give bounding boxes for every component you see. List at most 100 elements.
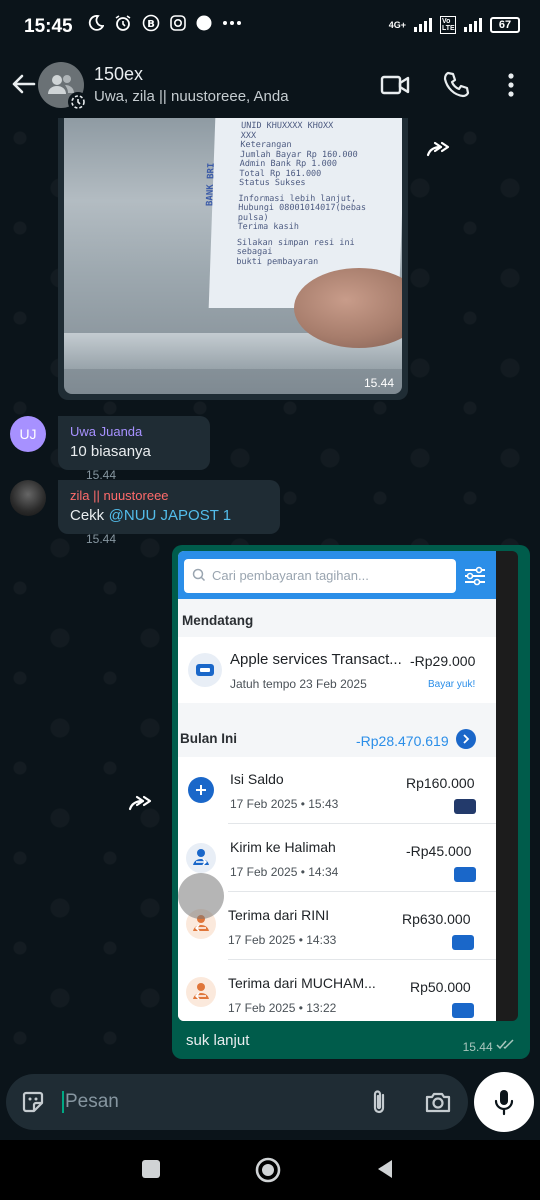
alarm-icon: [115, 15, 131, 31]
receipt-photo-message[interactable]: BANK BRI UNID KHUXXXX KHOXX XXX Keterang…: [58, 118, 408, 400]
mention-link[interactable]: @NUU JAPOST 1: [109, 507, 231, 524]
dot-icon: [196, 15, 212, 31]
back-nav-icon[interactable]: [374, 1158, 396, 1180]
moon-icon: [88, 15, 104, 31]
month-section-title: Bulan Ini: [180, 731, 237, 746]
disappearing-timer-badge: [68, 92, 88, 112]
chat-members[interactable]: Uwa, zila || nuustoreee, Anda: [94, 88, 289, 105]
system-nav-bar: [0, 1140, 540, 1200]
transaction-amount: Rp160.000: [406, 775, 475, 791]
upcoming-item: Apple services Transact... Jatuh tempo 2…: [178, 637, 496, 703]
row-divider: [228, 959, 496, 960]
forward-button[interactable]: [418, 126, 462, 170]
wallet-badge-icon: [454, 867, 476, 882]
forward-button[interactable]: [120, 780, 164, 824]
screenshot-image[interactable]: Cari pembayaran tagihan... Mendatang App…: [178, 551, 518, 1021]
transfer-in-icon: [186, 977, 216, 1007]
upcoming-amount: -Rp29.000: [410, 653, 476, 669]
row-divider: [228, 891, 496, 892]
voice-record-button[interactable]: [474, 1072, 534, 1132]
transaction-amount: Rp630.000: [402, 911, 471, 927]
zila-message[interactable]: zila || nuustoreee Cekk @NUU JAPOST 1 15…: [58, 480, 280, 546]
transaction-date: 17 Feb 2025 • 13:22: [228, 1001, 337, 1015]
double-check-icon: [496, 1039, 514, 1050]
upcoming-section-title: Mendatang: [182, 613, 254, 628]
chat-title[interactable]: 150ex: [94, 64, 143, 85]
forward-icon: [426, 141, 450, 157]
transaction-amount: Rp50.000: [410, 979, 471, 995]
app-search-header: Cari pembayaran tagihan...: [178, 551, 496, 599]
battery-icon: 67: [490, 17, 520, 33]
video-call-icon[interactable]: [378, 68, 412, 102]
transaction-date: 17 Feb 2025 • 15:43: [230, 797, 339, 811]
message-time: 15.44: [462, 1040, 493, 1054]
month-total: -Rp28.470.619: [356, 733, 449, 749]
row-divider: [228, 823, 496, 824]
apple-payment-icon: [188, 653, 222, 687]
home-nav-icon[interactable]: [254, 1156, 282, 1184]
transaction-title: Terima dari MUCHAM...: [228, 975, 376, 991]
transaction-date: 17 Feb 2025 • 14:34: [230, 865, 339, 879]
message-input-pill[interactable]: Pesan: [6, 1074, 468, 1130]
status-bar: 15:45 B 4G+ Vo LTE 67: [0, 0, 540, 52]
app-search-box: Cari pembayaran tagihan...: [184, 559, 456, 593]
status-time: 15:45: [24, 16, 73, 37]
zila-avatar[interactable]: [10, 480, 46, 516]
message-text: 10 biasanya: [70, 443, 151, 460]
uwa-initials: UJ: [19, 426, 37, 442]
message-time: 15.44: [363, 376, 394, 390]
search-icon: [192, 568, 206, 582]
back-arrow-icon[interactable]: [8, 68, 40, 100]
chat-area[interactable]: BANK BRI UNID KHUXXXX KHOXX XXX Keterang…: [0, 118, 540, 1070]
wallet-badge-icon: [452, 1003, 474, 1018]
touch-indicator: [178, 873, 224, 919]
uwa-avatar[interactable]: UJ: [10, 416, 46, 452]
receipt-line: UNID KHUXXXX KHOXX: [240, 121, 334, 131]
instagram-icon: [170, 15, 186, 31]
composer-bar: Pesan: [0, 1070, 540, 1136]
signal-icon: [414, 18, 432, 32]
receipt-bank-label: BANK BRI: [205, 162, 217, 206]
camera-icon[interactable]: [424, 1089, 452, 1115]
voice-call-icon[interactable]: [440, 68, 474, 102]
recents-nav-icon[interactable]: [140, 1158, 162, 1180]
wallet-badge-icon: [452, 935, 474, 950]
status-left-icons: B: [88, 14, 242, 32]
timer-icon: [71, 95, 85, 109]
microphone-icon: [494, 1090, 514, 1116]
forward-icon: [128, 795, 152, 811]
attach-icon[interactable]: [368, 1088, 390, 1116]
receipt-line: bukti pembayaran: [236, 256, 319, 267]
message-text: Cekk: [70, 507, 105, 524]
status-right-icons: 4G+ Vo LTE 67: [389, 16, 520, 34]
upcoming-date: Jatuh tempo 23 Feb 2025: [230, 677, 367, 691]
b-icon: B: [142, 14, 160, 32]
filter-icon: [465, 566, 485, 586]
upcoming-title: Apple services Transact...: [230, 651, 402, 668]
network-label: 4G+: [388, 20, 406, 30]
outgoing-image-message[interactable]: Cari pembayaran tagihan... Mendatang App…: [172, 545, 530, 1059]
transaction-list: Isi Saldo 17 Feb 2025 • 15:43 Rp160.000 …: [178, 757, 496, 1021]
message-time-status: 15.44: [463, 1039, 516, 1054]
receipt-line: Status Sukses: [238, 178, 306, 188]
transaction-date: 17 Feb 2025 • 14:33: [228, 933, 337, 947]
transaction-title: Kirim ke Halimah: [230, 839, 336, 855]
more-notifications-icon: [223, 21, 241, 25]
sender-name[interactable]: zila || nuustoreee: [70, 488, 270, 503]
menu-more-icon[interactable]: [494, 68, 528, 102]
upcoming-action: Bayar yuk!: [428, 679, 476, 690]
sticker-icon[interactable]: [20, 1089, 46, 1115]
sender-name[interactable]: Uwa Juanda: [70, 424, 200, 439]
battery-level: 67: [498, 19, 512, 31]
signal-2-icon: [464, 18, 482, 32]
uwa-message[interactable]: Uwa Juanda 10 biasanya 15.44: [58, 416, 210, 482]
message-input[interactable]: Pesan: [62, 1091, 119, 1113]
chevron-right-icon: [456, 729, 476, 749]
transaction-title: Terima dari RINI: [228, 907, 330, 923]
transfer-out-icon: [186, 843, 216, 873]
app-search-placeholder: Cari pembayaran tagihan...: [212, 568, 369, 583]
image-caption: suk lanjut: [186, 1032, 250, 1049]
receipt-photo[interactable]: BANK BRI UNID KHUXXXX KHOXX XXX Keterang…: [64, 118, 402, 394]
transaction-amount: -Rp45.000: [406, 843, 472, 859]
message-time: 15.44: [86, 532, 117, 546]
